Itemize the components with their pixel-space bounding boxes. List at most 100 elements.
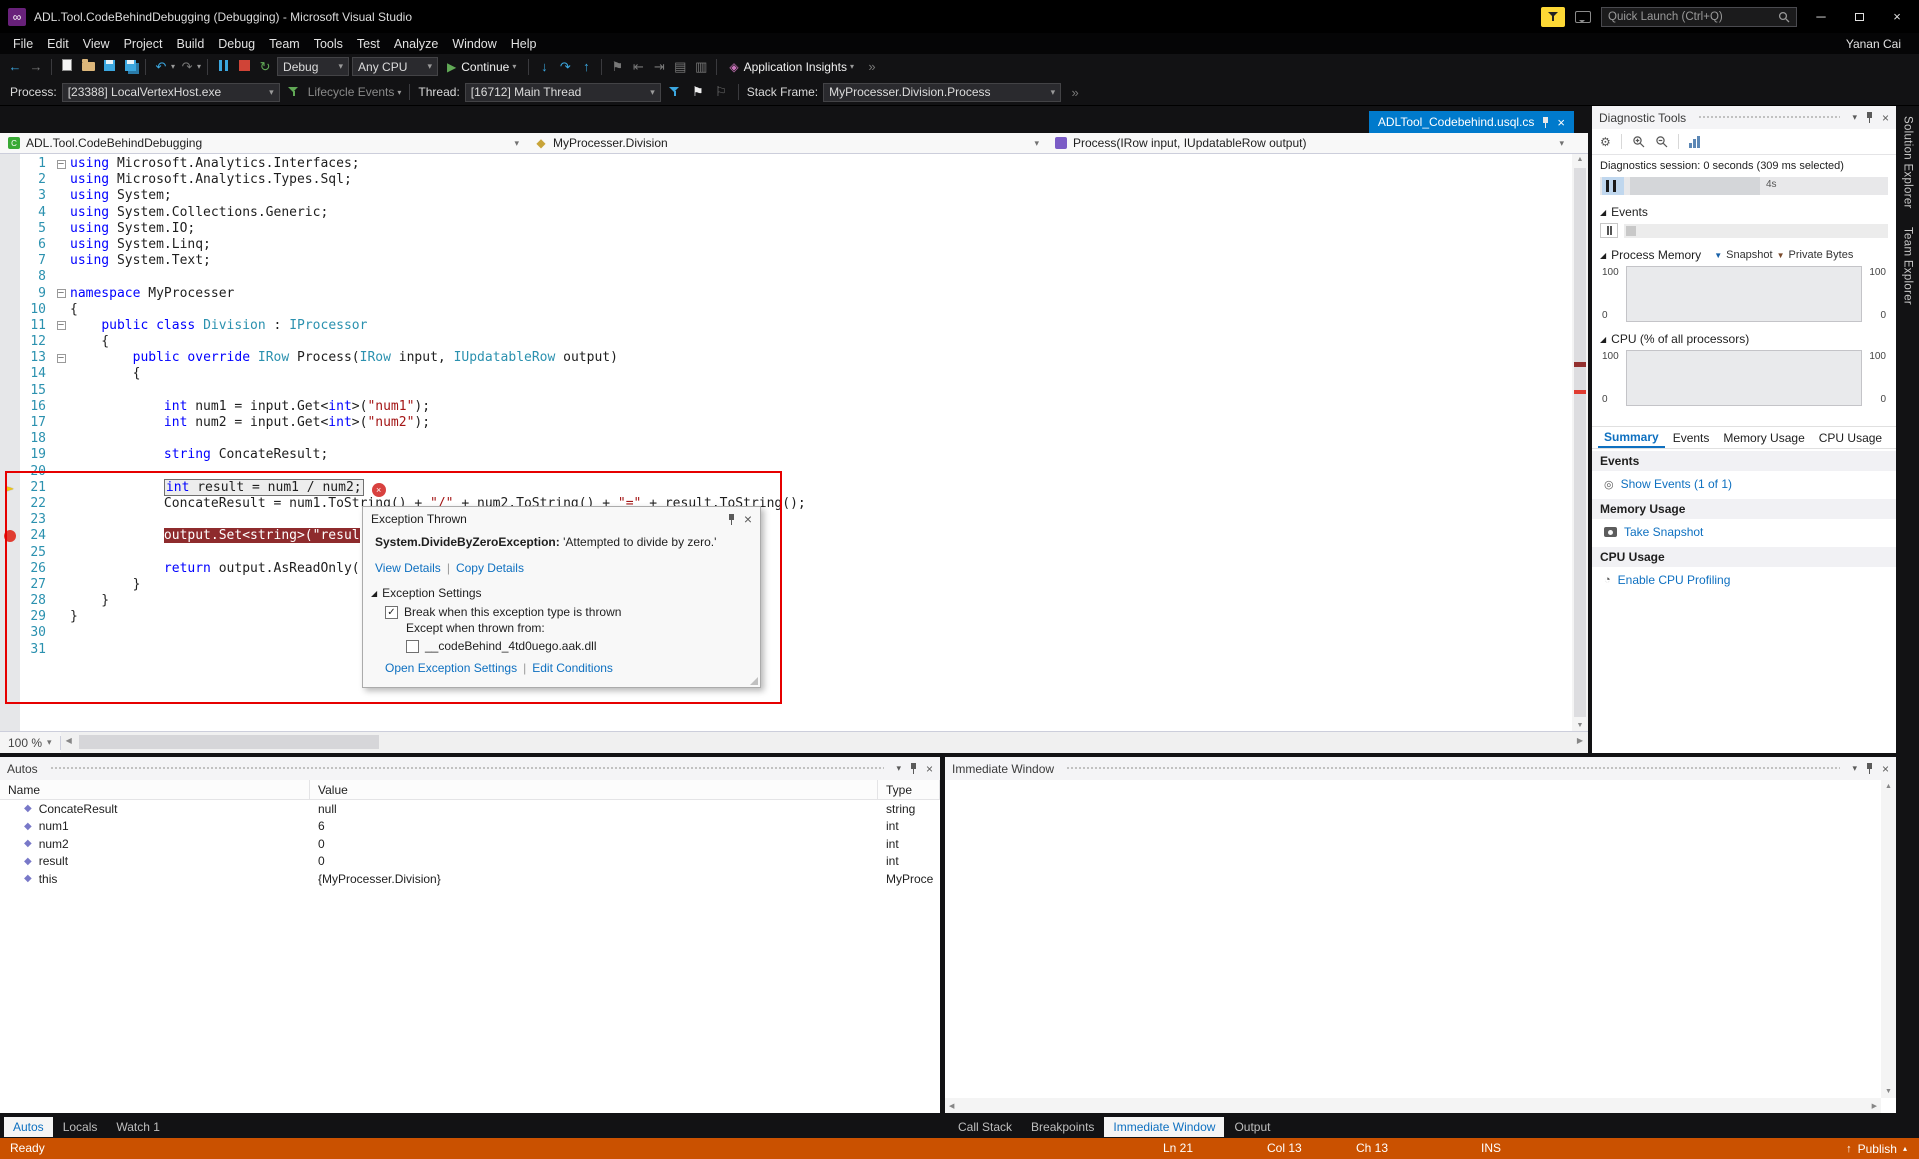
diagnostics-tab-events[interactable]: Events	[1667, 429, 1716, 447]
menu-item-team[interactable]: Team	[262, 37, 307, 51]
breakpoint-margin[interactable]	[0, 302, 20, 318]
fold-collapse-icon[interactable]: –	[57, 321, 66, 330]
process-dropdown[interactable]: [23388] LocalVertexHost.exe	[62, 83, 280, 102]
code-text[interactable]: using System.IO;	[70, 221, 195, 237]
breakpoint-margin[interactable]	[0, 350, 20, 366]
close-tab-icon[interactable]	[1557, 115, 1565, 130]
close-panel-icon[interactable]	[926, 762, 933, 776]
summary-action-link[interactable]: Show Events (1 of 1)	[1592, 471, 1896, 497]
break-all-icon[interactable]	[214, 59, 232, 74]
close-panel-icon[interactable]	[1882, 762, 1889, 776]
stack-frame-dropdown[interactable]: MyProcesser.Division.Process	[823, 83, 1061, 102]
fold-collapse-icon[interactable]: –	[57, 354, 66, 363]
chevron-down-icon[interactable]	[397, 88, 401, 97]
settings-gear-icon[interactable]: ⚙	[1600, 135, 1611, 149]
pin-icon[interactable]	[909, 763, 918, 774]
thread-dropdown[interactable]: [16712] Main Thread	[465, 83, 661, 102]
breakpoint-margin[interactable]	[0, 609, 20, 625]
immediate-horizontal-scrollbar[interactable]: ◀ ▶	[945, 1098, 1881, 1113]
code-text[interactable]: {	[70, 302, 78, 318]
code-text[interactable]: public override IRow Process(IRow input,…	[70, 350, 618, 366]
breakpoint-margin[interactable]	[0, 625, 20, 641]
menu-item-project[interactable]: Project	[117, 37, 170, 51]
breakpoint-margin[interactable]	[0, 431, 20, 447]
breakpoint-margin[interactable]	[0, 172, 20, 188]
indent-increase-icon[interactable]: ⇥	[650, 59, 668, 75]
member-dropdown[interactable]: Process(IRow input, IUpdatableRow output…	[1047, 133, 1572, 153]
breakpoint-margin[interactable]	[0, 512, 20, 528]
immediate-tab-immediate-window[interactable]: Immediate Window	[1104, 1117, 1224, 1137]
save-icon[interactable]	[100, 59, 118, 74]
breakpoint-margin[interactable]	[0, 545, 20, 561]
immediate-titlebar[interactable]: Immediate Window	[945, 757, 1896, 780]
breakpoint-margin[interactable]	[0, 399, 20, 415]
scroll-right-icon[interactable]: ▶	[1872, 1102, 1877, 1110]
close-popup-icon[interactable]	[744, 511, 752, 527]
module-checkbox[interactable]	[406, 640, 419, 653]
breakpoint-margin[interactable]	[0, 593, 20, 609]
scroll-down-icon[interactable]: ▼	[1885, 1088, 1892, 1095]
menu-item-view[interactable]: View	[76, 37, 117, 51]
breakpoint-margin[interactable]	[0, 415, 20, 431]
breakpoint-margin[interactable]: ►	[0, 480, 20, 496]
code-text[interactable]: public class Division : IProcessor	[70, 318, 367, 334]
breakpoint-margin[interactable]	[0, 366, 20, 382]
type-dropdown[interactable]: ◆ MyProcesser.Division	[527, 133, 1047, 153]
scroll-left-icon[interactable]: ◀	[949, 1102, 954, 1110]
maximize-button[interactable]	[1845, 9, 1873, 24]
continue-button[interactable]: ▶ Continue	[441, 60, 522, 74]
stop-debugging-icon[interactable]	[235, 59, 253, 74]
navigate-back-icon[interactable]: ←	[6, 59, 24, 74]
view-details-link[interactable]: View Details	[375, 561, 441, 575]
autos-tab-locals[interactable]: Locals	[54, 1117, 107, 1137]
breakpoint-margin[interactable]	[0, 221, 20, 237]
code-text[interactable]: using System;	[70, 188, 172, 204]
toolbar-overflow-icon[interactable]: »	[1066, 85, 1084, 100]
new-file-icon[interactable]	[58, 59, 76, 74]
breakpoint-margin[interactable]	[0, 383, 20, 399]
code-text[interactable]: }	[70, 609, 78, 625]
exception-error-icon[interactable]: ×	[372, 483, 386, 497]
step-into-icon[interactable]: ↓	[535, 59, 553, 74]
side-tab-solution-explorer[interactable]: Solution Explorer	[1902, 116, 1914, 209]
code-text[interactable]: int num1 = input.Get<int>("num1");	[70, 399, 430, 415]
breakpoint-margin[interactable]	[0, 561, 20, 577]
code-text[interactable]: using System.Text;	[70, 253, 211, 269]
immediate-tab-output[interactable]: Output	[1225, 1117, 1279, 1137]
code-text[interactable]: return output.AsReadOnly(	[70, 561, 360, 577]
editor-horizontal-scrollbar[interactable]: ◀ ▶	[61, 732, 1588, 753]
code-text[interactable]: int result = num1 / num2;×	[70, 480, 386, 496]
undo-icon[interactable]: ↶	[152, 59, 170, 75]
menu-item-file[interactable]: File	[6, 37, 40, 51]
application-insights-button[interactable]: ◈ Application Insights	[723, 60, 860, 74]
zoom-out-icon[interactable]	[1655, 135, 1668, 148]
step-over-icon[interactable]: ↷	[556, 59, 574, 75]
window-position-icon[interactable]	[896, 763, 901, 774]
cpu-section-header[interactable]: CPU (% of all processors)	[1592, 328, 1896, 348]
zoom-control[interactable]: 100 %	[0, 736, 60, 750]
code-text[interactable]: string ConcateResult;	[70, 447, 328, 463]
breakpoint-margin[interactable]	[0, 577, 20, 593]
flag-threads-icon[interactable]: ⚑	[689, 84, 707, 100]
uncomment-icon[interactable]: ▥	[692, 59, 710, 75]
restart-icon[interactable]: ↻	[256, 59, 274, 75]
send-feedback-filter-icon[interactable]	[1541, 7, 1565, 27]
summary-action-link[interactable]: Enable CPU Profiling	[1592, 567, 1896, 593]
navigate-forward-icon[interactable]: →	[27, 59, 45, 74]
pin-icon[interactable]	[1865, 112, 1874, 123]
menu-item-tools[interactable]: Tools	[307, 37, 350, 51]
window-position-icon[interactable]	[1852, 112, 1857, 123]
breakpoint-margin[interactable]	[0, 188, 20, 204]
code-text[interactable]: int num2 = input.Get<int>("num2");	[70, 415, 430, 431]
menu-item-analyze[interactable]: Analyze	[387, 37, 445, 51]
breakpoint-margin[interactable]	[0, 253, 20, 269]
variable-row[interactable]: ◆num20int	[0, 835, 940, 853]
code-text[interactable]: using System.Collections.Generic;	[70, 205, 328, 221]
breakpoint-margin[interactable]	[0, 269, 20, 285]
immediate-tab-breakpoints[interactable]: Breakpoints	[1022, 1117, 1103, 1137]
process-memory-section-header[interactable]: Process Memory ▼ Snapshot ▼ Private Byte…	[1592, 244, 1896, 264]
feedback-bubble-icon[interactable]	[1575, 11, 1591, 23]
code-text[interactable]: using Microsoft.Analytics.Interfaces;	[70, 156, 360, 172]
lifecycle-events-label[interactable]: Lifecycle Events	[308, 85, 395, 99]
immediate-input-area[interactable]: ▲ ▼ ◀ ▶	[945, 780, 1896, 1113]
